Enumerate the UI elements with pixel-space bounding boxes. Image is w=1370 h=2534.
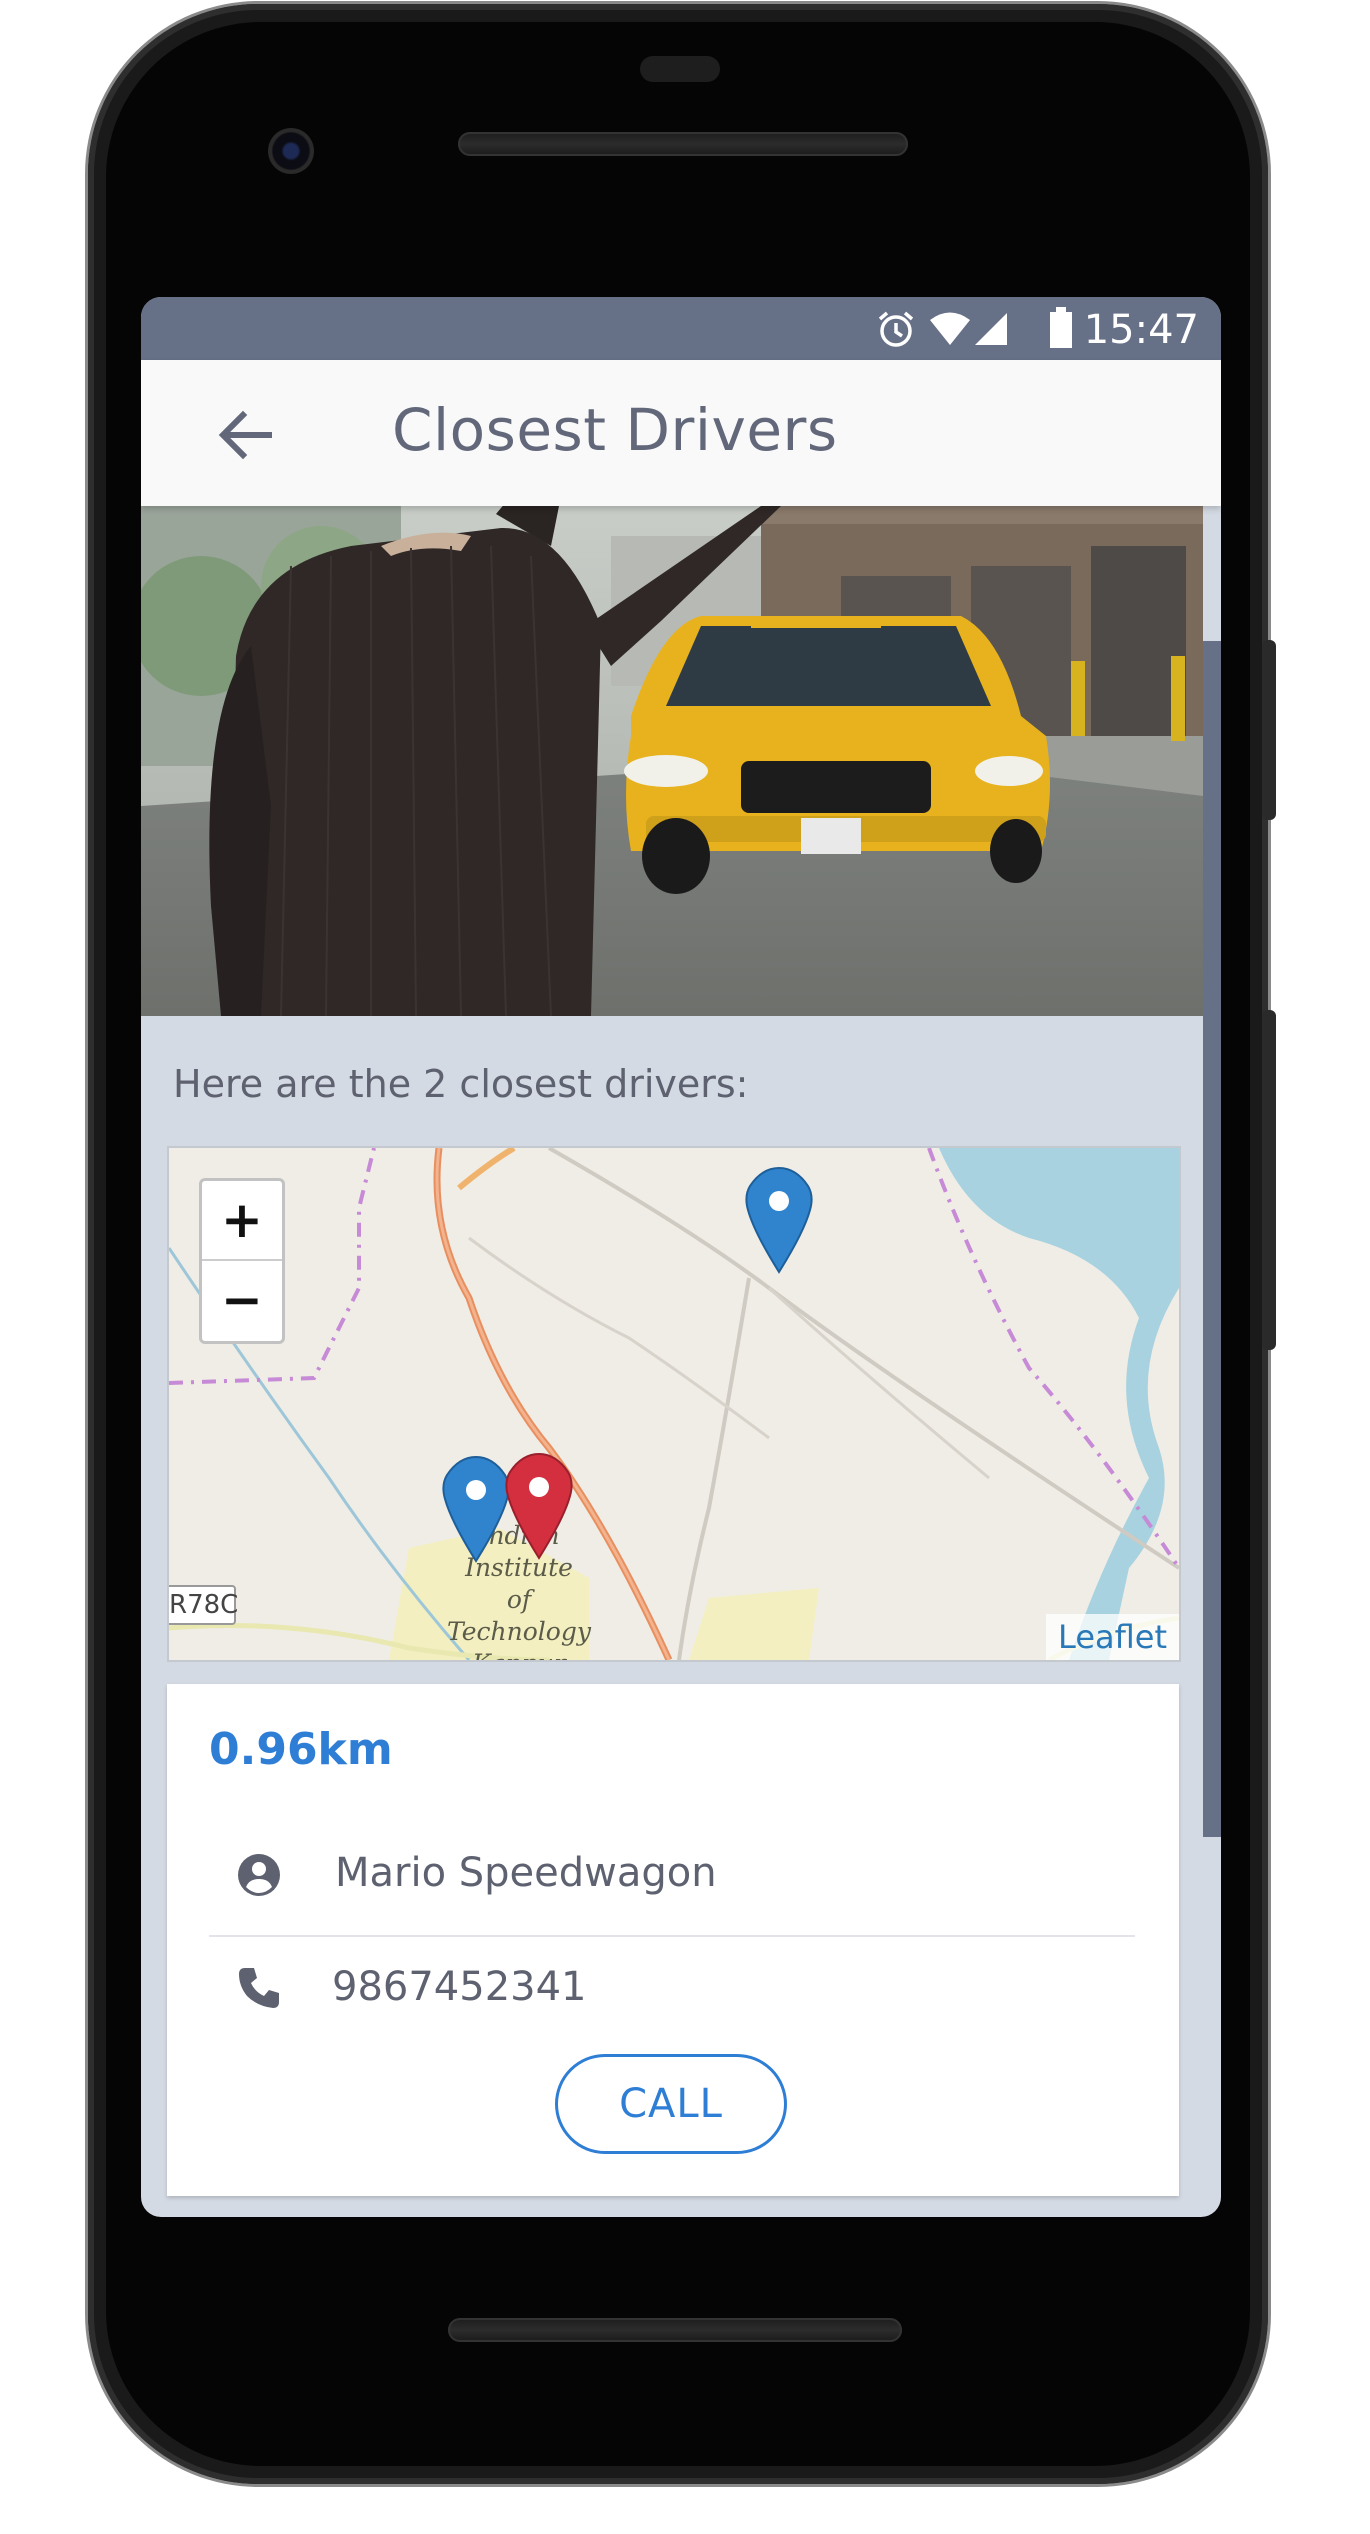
arrow-left-icon xyxy=(218,410,272,460)
front-camera xyxy=(268,128,314,174)
taxi-hailing-illustration xyxy=(141,506,1203,1016)
call-button[interactable]: CALL xyxy=(555,2054,787,2154)
drivers-map[interactable]: R78C Indian Institute of Technology Kanp… xyxy=(167,1146,1181,1662)
driver-marker-icon[interactable] xyxy=(744,1166,814,1274)
hero-image xyxy=(141,506,1203,1016)
wifi-icon xyxy=(930,312,970,345)
place-label-line: of Technology xyxy=(447,1585,591,1646)
zoom-control: + − xyxy=(199,1178,285,1344)
driver-marker-icon[interactable] xyxy=(441,1455,511,1563)
top-speaker-grill xyxy=(458,132,908,156)
driver-card: 0.96km Mario Speedwagon 9867452341 CALL xyxy=(167,1684,1179,2196)
phone-side-button-lower xyxy=(1262,1010,1276,1350)
back-button[interactable] xyxy=(211,400,281,470)
intro-text: Here are the 2 closest drivers: xyxy=(173,1062,749,1106)
driver-phone: 9867452341 xyxy=(332,1964,587,2010)
alarm-icon xyxy=(878,311,914,347)
earpiece xyxy=(640,56,720,82)
battery-icon xyxy=(1050,307,1072,348)
app-screen: 15:47 Closest Drivers Here are the 2 clo… xyxy=(141,297,1221,2217)
leaflet-attribution-link[interactable]: Leaflet xyxy=(1046,1614,1179,1660)
account-circle-icon xyxy=(238,1854,280,1896)
card-divider xyxy=(209,1935,1135,1937)
scrollbar[interactable] xyxy=(1203,641,1221,1837)
zoom-out-button[interactable]: − xyxy=(202,1261,282,1339)
phone-side-button-upper xyxy=(1262,640,1276,820)
app-bar: Closest Drivers xyxy=(141,360,1221,506)
user-location-marker-icon[interactable] xyxy=(504,1452,574,1560)
driver-name: Mario Speedwagon xyxy=(335,1850,717,1896)
driver-distance: 0.96km xyxy=(209,1724,393,1775)
map-tiles xyxy=(169,1148,1179,1660)
scroll-content[interactable]: Here are the 2 closest drivers: R78C Ind… xyxy=(141,506,1203,2217)
phone-icon xyxy=(239,1968,279,2008)
signal-icon xyxy=(975,313,1007,345)
page-title: Closest Drivers xyxy=(392,396,838,464)
road-label: R78C xyxy=(169,1590,239,1620)
status-bar: 15:47 xyxy=(141,297,1221,360)
zoom-in-button[interactable]: + xyxy=(202,1181,282,1261)
bottom-speaker-grill xyxy=(448,2318,902,2342)
status-time: 15:47 xyxy=(1083,307,1199,353)
place-label-line: Kanpur xyxy=(439,1648,599,1660)
